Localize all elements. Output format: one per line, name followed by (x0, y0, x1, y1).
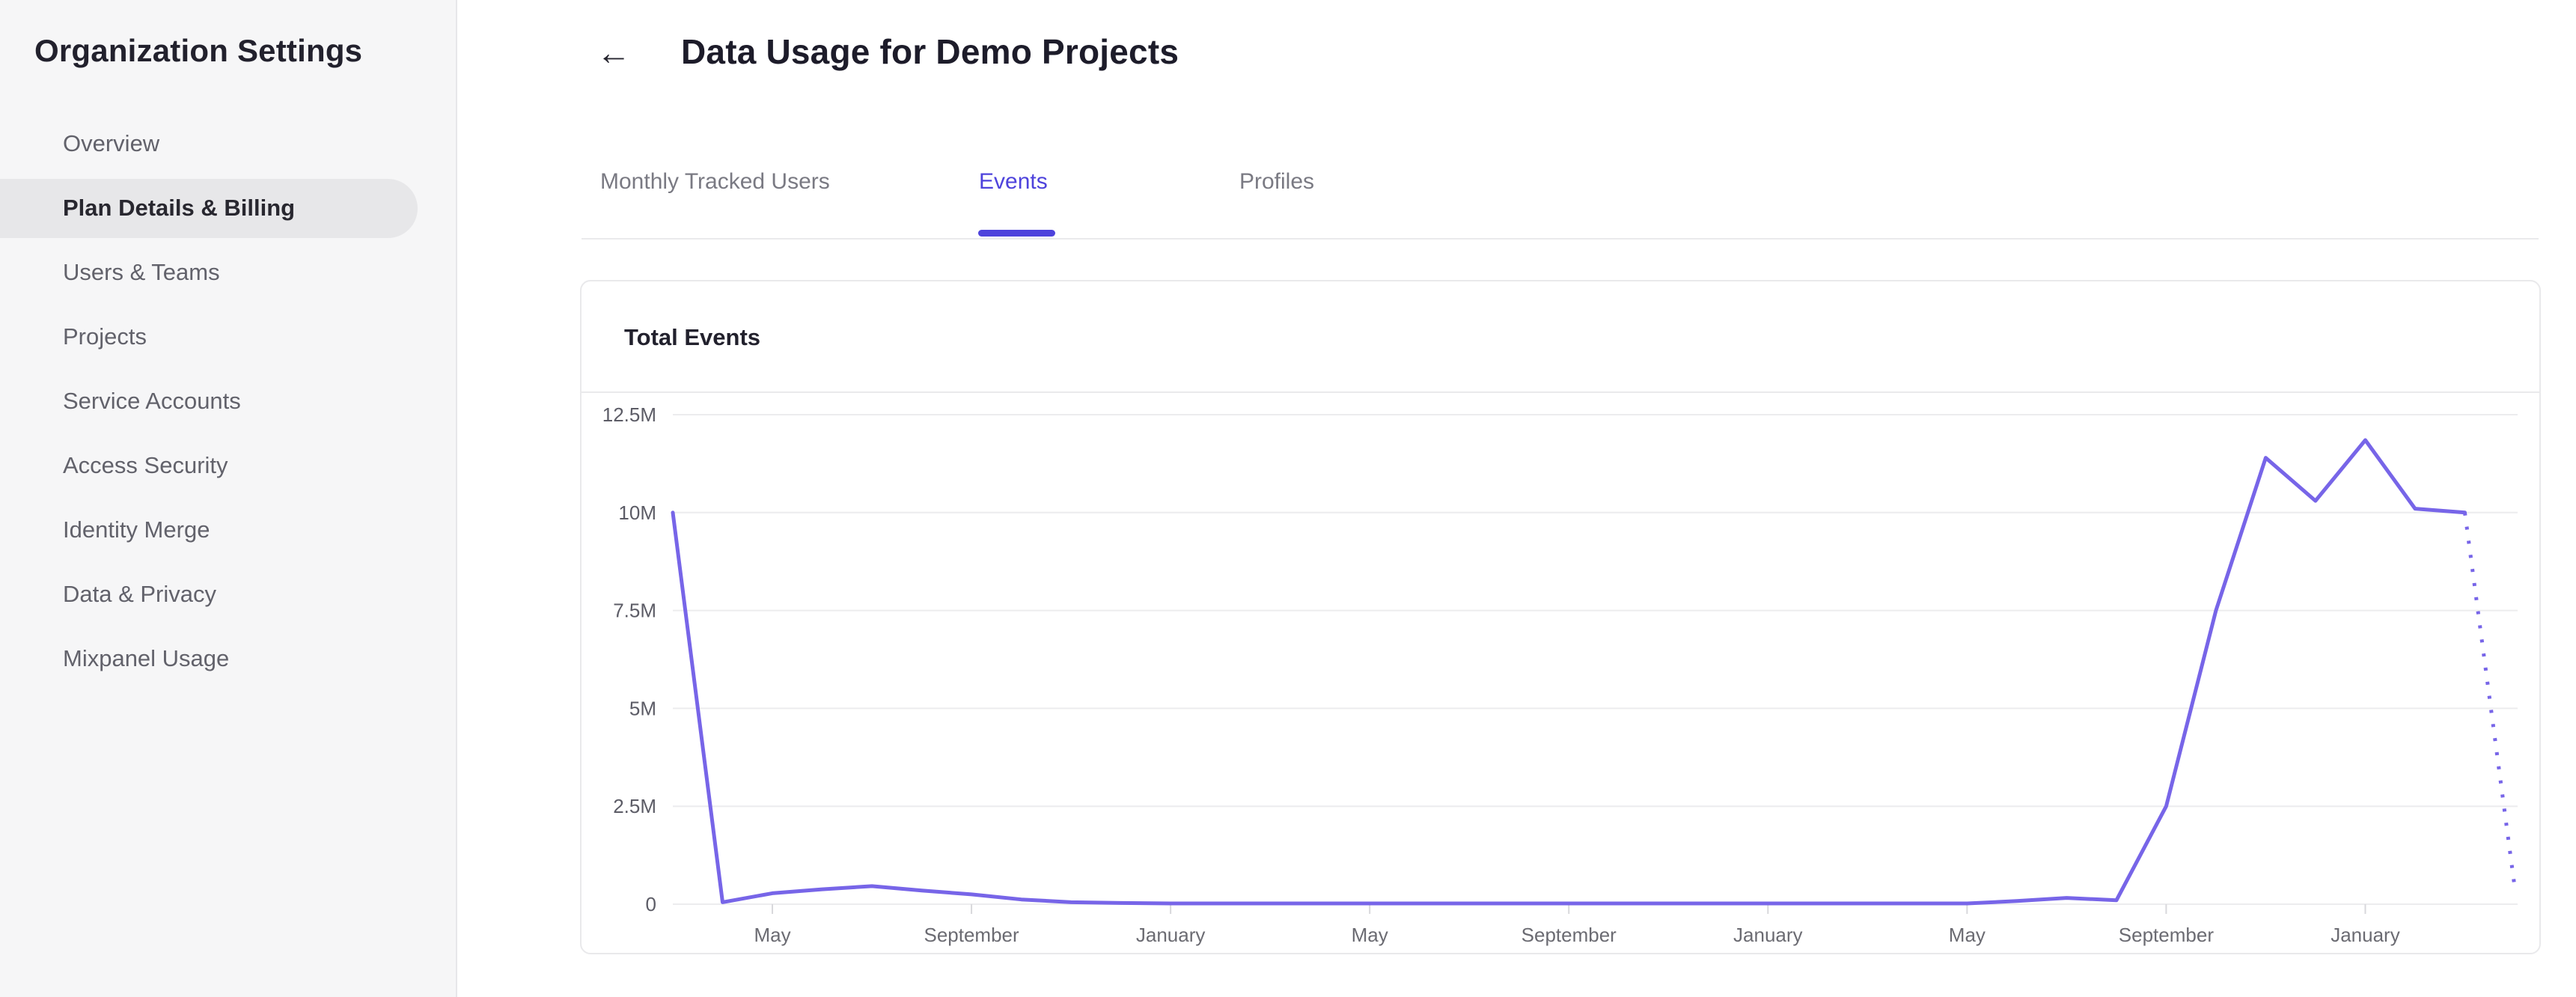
total-events-projected-dotted-line (2463, 512, 2517, 887)
sidebar-item-plan-details-billing[interactable]: Plan Details & Billing (0, 176, 456, 240)
total-events-line-chart: 12.5M 10M 7.5M 5M 2.5M 0 May September January Ma… (582, 394, 2539, 953)
back-arrow-icon[interactable]: ← (591, 30, 636, 75)
y-axis-label: 12.5M (602, 403, 656, 426)
sidebar-item-mixpanel-usage[interactable]: Mixpanel Usage (0, 626, 456, 691)
active-tab-underline (978, 230, 1055, 237)
sidebar-item-service-accounts[interactable]: Service Accounts (0, 369, 456, 433)
total-events-card: Total Events 12.5M 10M 7.5M 5M 2.5M 0 May Septe… (580, 280, 2541, 954)
tabs-divider (582, 238, 2539, 240)
sidebar: Organization Settings Overview Plan Deta… (0, 0, 457, 997)
page-title: Data Usage for Demo Projects (681, 32, 1179, 71)
x-axis-label: September (1522, 924, 1617, 946)
sidebar-title: Organization Settings (34, 33, 363, 68)
x-axis-label: May (1949, 924, 1986, 946)
x-axis-label: January (2331, 924, 2400, 946)
tab-profiles[interactable]: Profiles (1239, 169, 1314, 195)
tab-events[interactable]: Events (979, 169, 1048, 195)
x-axis-label: January (1733, 924, 1803, 946)
y-axis-label: 0 (646, 893, 656, 915)
y-axis-label: 10M (618, 501, 656, 524)
x-axis-label: May (1352, 924, 1388, 946)
tab-monthly-tracked-users[interactable]: Monthly Tracked Users (600, 169, 830, 195)
sidebar-item-data-privacy[interactable]: Data & Privacy (0, 562, 456, 626)
sidebar-item-access-security[interactable]: Access Security (0, 433, 456, 498)
card-title: Total Events (624, 324, 761, 350)
x-axis-label: September (924, 924, 1019, 946)
sidebar-item-overview[interactable]: Overview (0, 112, 456, 176)
total-events-line (671, 438, 2467, 906)
x-axis-label: January (1136, 924, 1206, 946)
sidebar-item-identity-merge[interactable]: Identity Merge (0, 498, 456, 562)
sidebar-nav: Overview Plan Details & Billing Users & … (0, 112, 456, 691)
x-axis-label: May (754, 924, 790, 946)
y-axis-label: 7.5M (613, 600, 656, 622)
y-axis-label: 2.5M (613, 795, 656, 817)
x-axis-label: September (2119, 924, 2215, 946)
sidebar-item-users-teams[interactable]: Users & Teams (0, 240, 456, 305)
y-axis-label: 5M (629, 697, 656, 719)
sidebar-item-projects[interactable]: Projects (0, 305, 456, 369)
chart-svg: 12.5M 10M 7.5M 5M 2.5M 0 May September January Ma… (602, 403, 2518, 946)
card-header: Total Events (582, 281, 2539, 393)
